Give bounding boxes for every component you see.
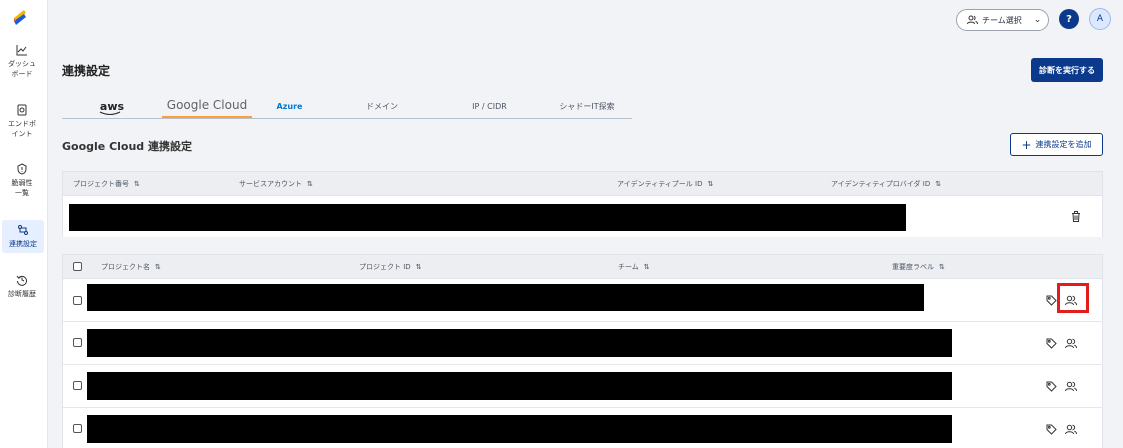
select-all-checkbox[interactable] [73, 262, 82, 271]
team-assign-icon[interactable] [1064, 379, 1078, 393]
column-header[interactable]: プロジェクト名 ⇅ [101, 255, 161, 279]
sort-icon[interactable]: ⇅ [416, 263, 422, 271]
sort-icon[interactable]: ⇅ [644, 263, 650, 271]
row-checkbox[interactable] [73, 296, 82, 305]
tag-icon[interactable] [1044, 422, 1058, 436]
provider-tabs: aws Google Cloud Azure ドメイン IP / CIDR シャ… [62, 94, 632, 119]
table-header: プロジェクト番号 ⇅ サービスアカウント ⇅ アイデンティティプール ID ⇅ アイデ… [63, 172, 1102, 196]
row-checkbox[interactable] [73, 381, 82, 390]
column-header[interactable]: プロジェクト ID ⇅ [359, 255, 422, 279]
tab-label: Google Cloud [166, 98, 248, 112]
tab-domain[interactable]: ドメイン [327, 94, 437, 118]
sort-icon[interactable]: ⇅ [134, 180, 140, 188]
aws-smile-icon [99, 111, 121, 115]
tab-azure[interactable]: Azure [252, 94, 327, 118]
table-row [63, 279, 1102, 322]
team-select[interactable]: チーム選択 ⌄ [956, 9, 1049, 31]
section-title: Google Cloud 連携設定 [62, 140, 193, 153]
add-integration-label: 連携設定を追加 [1035, 140, 1092, 149]
sidebar-item-label: 連携設定 [9, 240, 37, 248]
integration-icon [18, 225, 28, 235]
tag-icon[interactable] [1044, 336, 1058, 350]
tab-label: ドメイン [366, 101, 398, 111]
tag-icon[interactable] [1044, 379, 1058, 393]
chevron-down-icon: ⌄ [1033, 15, 1042, 25]
redacted-content [87, 372, 952, 400]
page-title: 連携設定 [62, 64, 111, 78]
redacted-content [87, 284, 924, 311]
row-checkbox[interactable] [73, 424, 82, 433]
sidebar-item-endpoint[interactable]: エンドポイント [0, 104, 44, 139]
config-table: プロジェクト番号 ⇅ サービスアカウント ⇅ アイデンティティプール ID ⇅ アイデ… [62, 171, 1103, 237]
users-icon [967, 15, 978, 25]
team-assign-icon[interactable] [1064, 422, 1078, 436]
row-checkbox[interactable] [73, 338, 82, 347]
tag-icon[interactable] [1044, 293, 1058, 307]
team-select-label: チーム選択 [982, 15, 1022, 25]
help-button[interactable]: ? [1059, 9, 1079, 29]
sort-icon[interactable]: ⇅ [155, 263, 161, 271]
table-row [63, 408, 1102, 448]
sidebar-item-label: 脆弱性一覧 [11, 179, 33, 197]
column-header[interactable]: アイデンティティプール ID ⇅ [617, 172, 713, 196]
tab-google-cloud[interactable]: Google Cloud [162, 94, 252, 118]
highlight-box [1057, 283, 1089, 313]
tab-aws[interactable]: aws [62, 94, 162, 118]
sidebar-item-dashboard[interactable]: ダッシュボード [0, 44, 44, 79]
chart-line-icon [16, 45, 27, 56]
tab-label: Azure [276, 101, 303, 111]
aws-logo: aws [99, 100, 124, 115]
sidebar-item-label: エンドポイント [8, 120, 36, 138]
run-diagnosis-button[interactable]: 診断を実行する [1031, 58, 1103, 82]
table-row [63, 322, 1102, 365]
redacted-content [87, 329, 952, 357]
avatar[interactable]: A [1089, 8, 1111, 30]
project-table: プロジェクト名 ⇅ プロジェクト ID ⇅ チーム ⇅ 重要度ラベル ⇅ [62, 254, 1103, 448]
column-header[interactable]: サービスアカウント ⇅ [239, 172, 313, 196]
sidebar-item-history[interactable]: 診断履歴 [0, 274, 44, 299]
endpoint-icon [17, 104, 27, 116]
app-logo-icon[interactable] [12, 8, 28, 26]
team-assign-icon[interactable] [1064, 336, 1078, 350]
table-row [63, 196, 1102, 237]
sort-icon[interactable]: ⇅ [935, 180, 941, 188]
column-header[interactable]: アイデンティティプロバイダ ID ⇅ [831, 172, 941, 196]
column-header[interactable]: 重要度ラベル ⇅ [892, 255, 945, 279]
column-header[interactable]: チーム ⇅ [618, 255, 650, 279]
tab-label: IP / CIDR [472, 101, 507, 111]
sidebar-item-label: ダッシュボード [8, 60, 36, 78]
add-integration-button[interactable]: + 連携設定を追加 [1010, 133, 1103, 156]
redacted-content [69, 204, 906, 231]
history-icon [16, 275, 27, 286]
sort-icon[interactable]: ⇅ [708, 180, 714, 188]
sort-icon[interactable]: ⇅ [939, 263, 945, 271]
plus-icon: + [1021, 137, 1032, 152]
redacted-content [87, 415, 952, 443]
tab-shadow-it[interactable]: シャドーIT探索 [542, 94, 632, 118]
sort-icon[interactable]: ⇅ [307, 180, 313, 188]
sidebar-item-integration[interactable]: 連携設定 [2, 220, 44, 253]
column-header[interactable]: プロジェクト番号 ⇅ [73, 172, 140, 196]
sidebar: ダッシュボード エンドポイント 脆弱性一覧 連携設定 診断履歴 [0, 0, 48, 448]
tab-label: シャドーIT探索 [559, 101, 615, 111]
trash-icon[interactable] [1069, 209, 1083, 223]
sidebar-item-vulnerabilities[interactable]: 脆弱性一覧 [0, 163, 44, 198]
shield-icon [17, 163, 27, 175]
sidebar-item-label: 診断履歴 [8, 290, 36, 298]
tab-ip-cidr[interactable]: IP / CIDR [437, 94, 542, 118]
table-header: プロジェクト名 ⇅ プロジェクト ID ⇅ チーム ⇅ 重要度ラベル ⇅ [63, 255, 1102, 279]
table-row [63, 365, 1102, 408]
